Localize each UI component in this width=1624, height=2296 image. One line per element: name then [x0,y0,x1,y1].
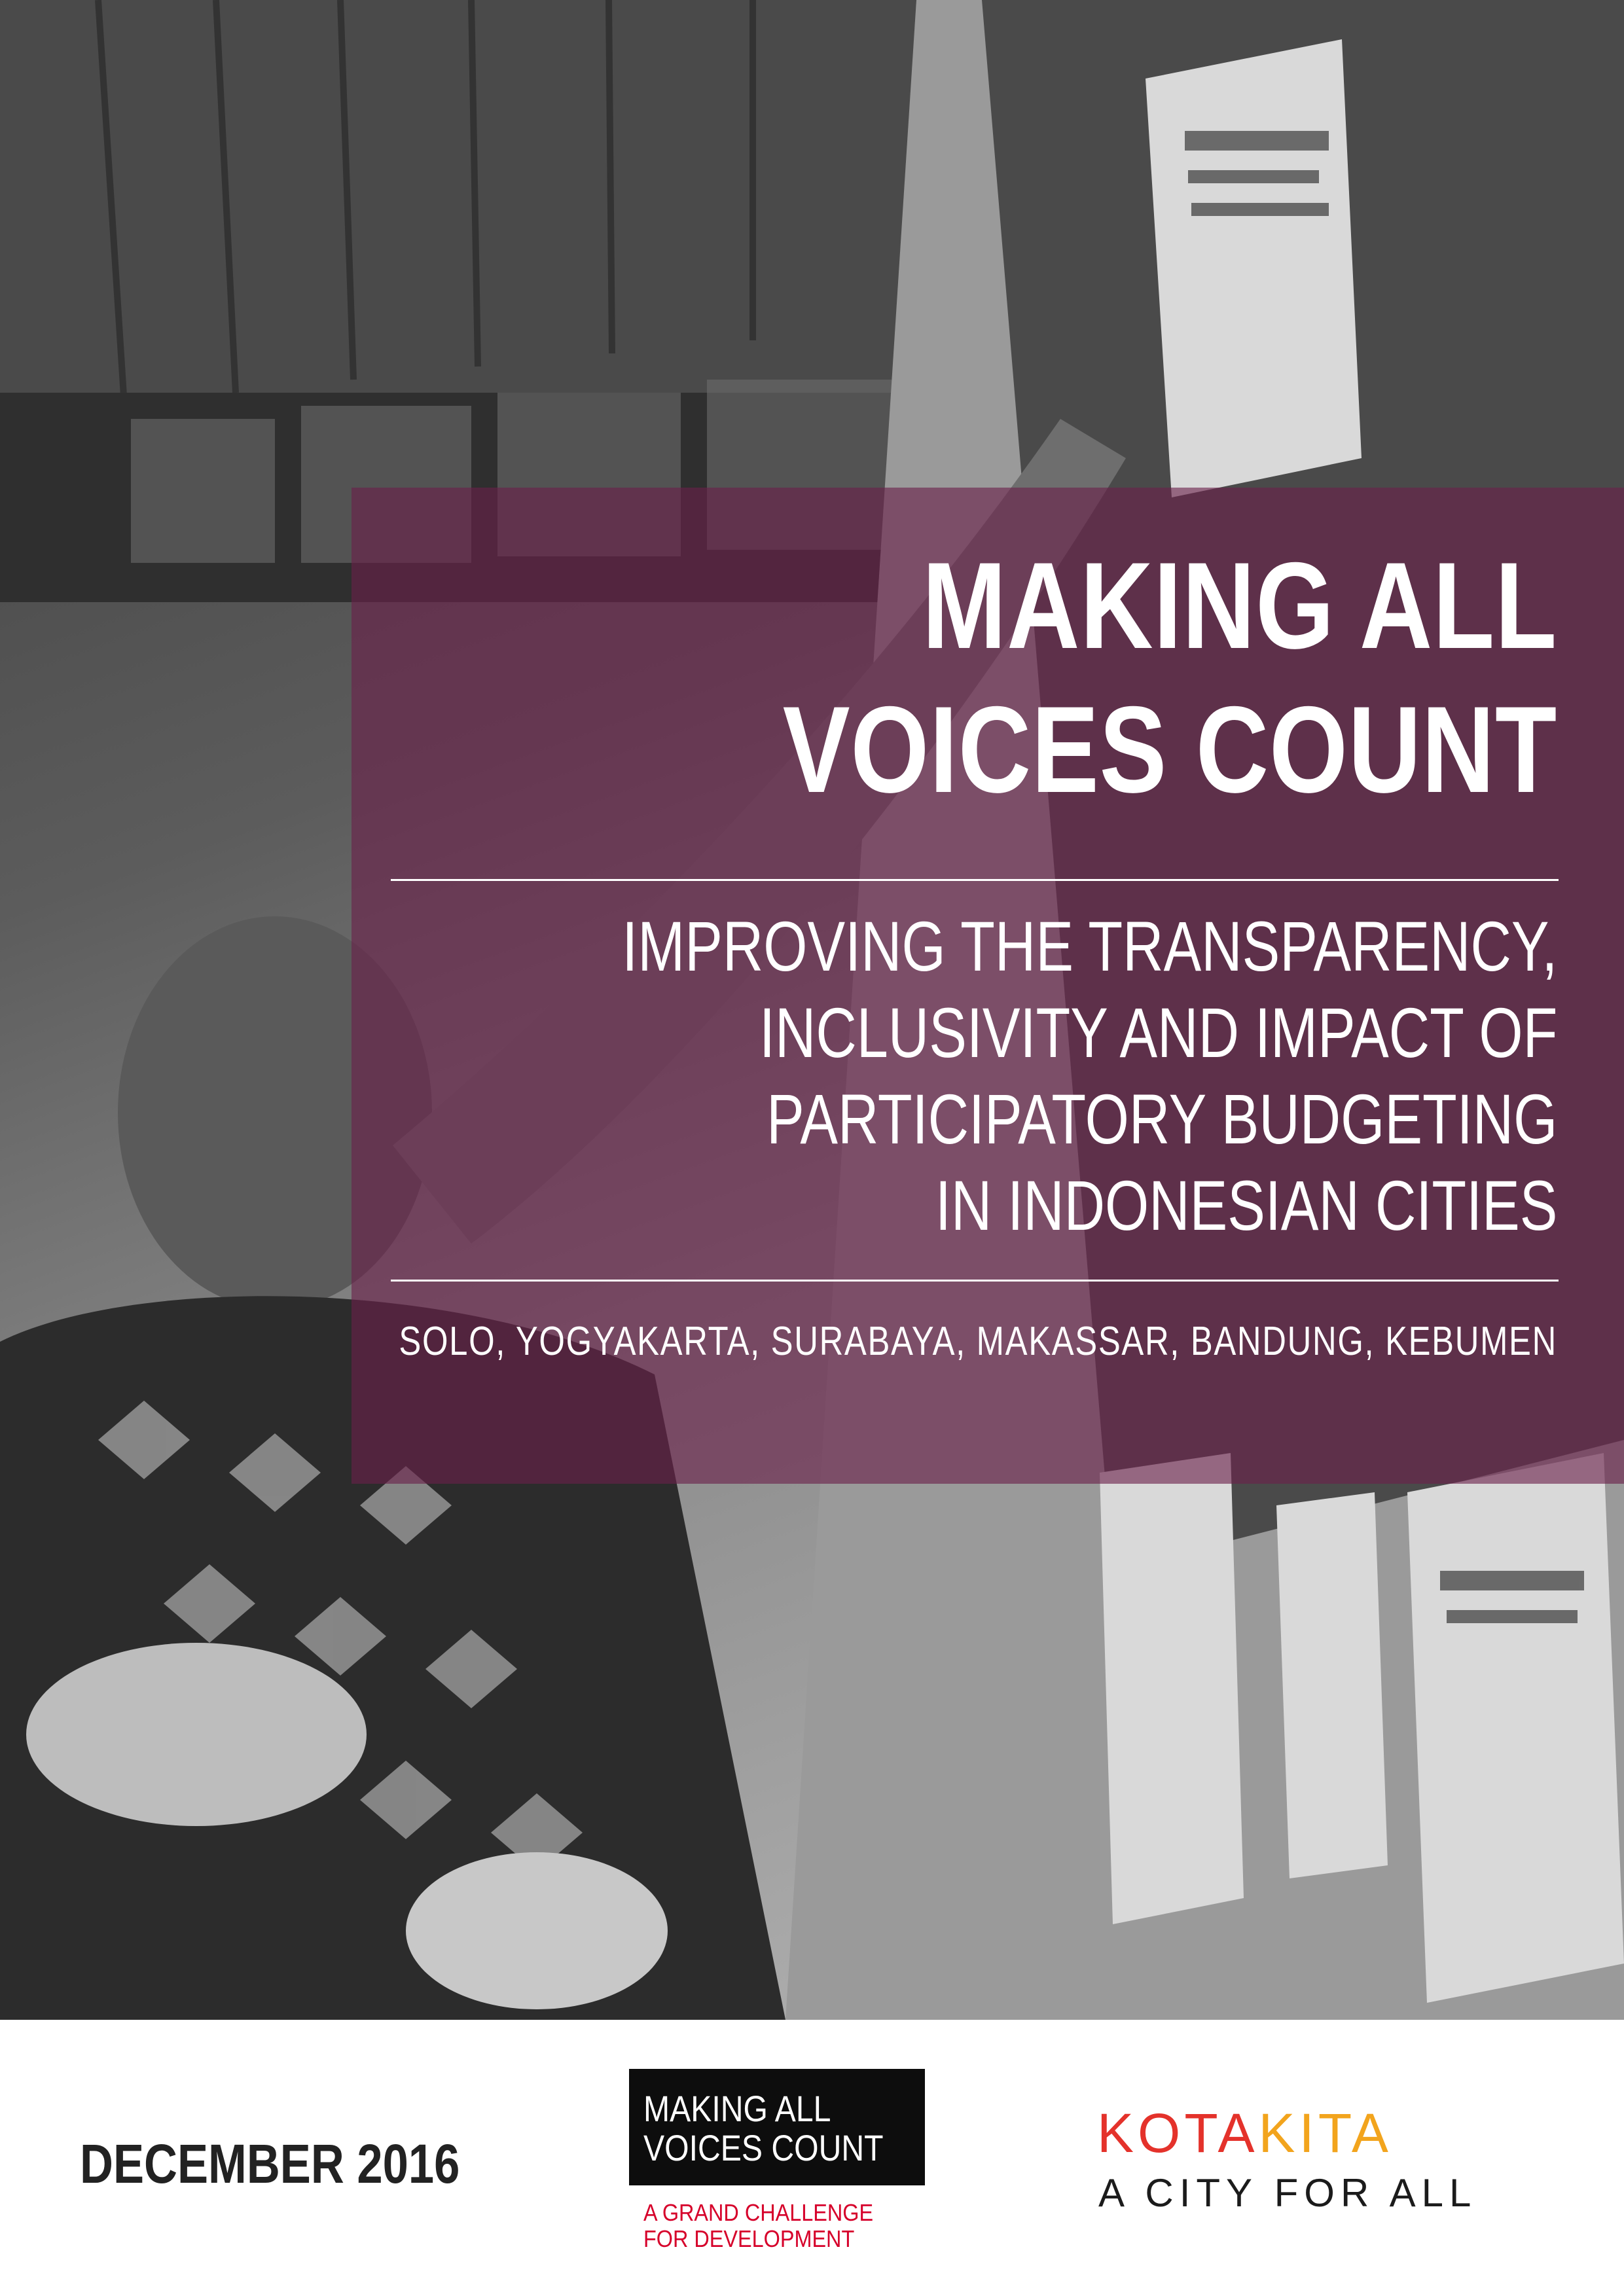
mavc-tagline-1: A GRAND CHALLENGE [643,2199,874,2226]
footer: DECEMBER 2016 MAKING ALL VOICES COUNT A … [0,2020,1624,2296]
foreground-hands [26,1643,367,1826]
title-panel: MAKING ALL VOICES COUNT IMPROVING THE TR… [352,488,1624,1484]
subtitle-line-3: PARTICIPATORY BUDGETING [766,1079,1557,1158]
main-title: MAKING ALL VOICES COUNT [783,533,1557,821]
kotakita-logo-kita: KITA [1258,2102,1392,2164]
foreground-hand [406,1852,668,2009]
main-title-line-1: MAKING ALL [922,537,1557,674]
subtitle: IMPROVING THE TRANSPARENCY, INCLUSIVITY … [622,903,1557,1249]
mavc-logo-line-1: MAKING ALL [643,2088,831,2129]
kotakita-tagline: A CITY FOR ALL [1098,2171,1477,2215]
kotakita-logo: KOTAKITA [1097,2104,1392,2162]
subtitle-line-2: INCLUSIVITY AND IMPACT OF [759,993,1557,1072]
publication-date: DECEMBER 2016 [80,2133,460,2195]
subtitle-line-1: IMPROVING THE TRANSPARENCY, [621,906,1557,986]
subtitle-line-4: IN INDONESIAN CITIES [935,1166,1557,1245]
mavc-tagline-2: FOR DEVELOPMENT [643,2225,855,2252]
making-all-voices-count-logo: MAKING ALL VOICES COUNT [629,2069,925,2185]
cities-list: SOLO, YOGYAKARTA, SURABAYA, MAKASSAR, BA… [399,1319,1557,1364]
main-title-line-2: VOICES COUNT [782,681,1557,818]
mavc-logo-line-2: VOICES COUNT [643,2127,884,2168]
wood-panel [0,0,982,393]
kotakita-logo-kota: KOTA [1097,2102,1259,2164]
divider-bottom [391,1280,1559,1282]
divider-top [391,879,1559,881]
